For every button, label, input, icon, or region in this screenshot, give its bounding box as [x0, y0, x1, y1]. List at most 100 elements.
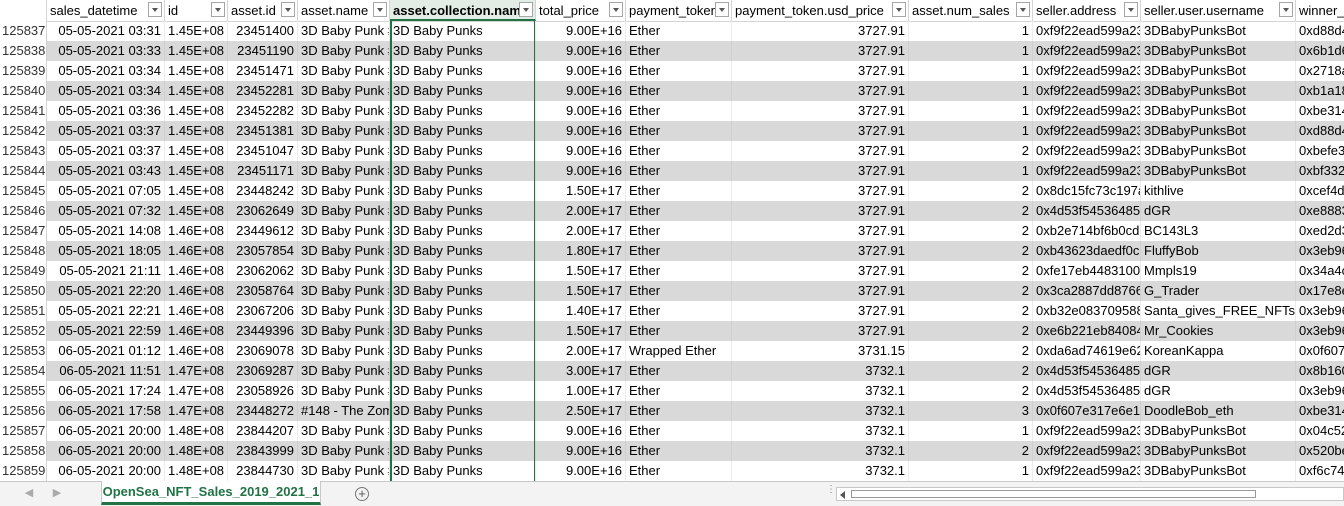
cell-id[interactable]: 1.45E+08: [165, 121, 228, 141]
cell-collection[interactable]: 3D Baby Punks: [390, 121, 536, 141]
cell-usd-price[interactable]: 3727.91: [732, 281, 909, 301]
cell-asset-id[interactable]: 23452281: [228, 81, 298, 101]
cell-asset-id[interactable]: 23067206: [228, 301, 298, 321]
cell-collection[interactable]: 3D Baby Punks: [390, 461, 536, 481]
cell-id[interactable]: 1.46E+08: [165, 221, 228, 241]
cell-asset-id[interactable]: 23843999: [228, 441, 298, 461]
cell-asset-name[interactable]: 3D Baby Punk #: [298, 281, 390, 301]
add-sheet-icon[interactable]: +: [355, 487, 369, 501]
cell-total-price[interactable]: 2.00E+17: [536, 221, 626, 241]
cell-asset-id[interactable]: 23448272: [228, 401, 298, 421]
cell-payment-token[interactable]: Ether: [626, 121, 732, 141]
cell-collection[interactable]: 3D Baby Punks: [390, 141, 536, 161]
cell-sales-datetime[interactable]: 06-05-2021 20:00: [47, 461, 165, 481]
cell-id[interactable]: 1.47E+08: [165, 381, 228, 401]
cell-seller-address[interactable]: 0xf9f22ead599a23: [1033, 121, 1141, 141]
cell-seller-username[interactable]: 3DBabyPunksBot: [1141, 21, 1296, 41]
cell-usd-price[interactable]: 3727.91: [732, 321, 909, 341]
cell-num-sales[interactable]: 1: [909, 421, 1033, 441]
cell-total-price[interactable]: 1.50E+17: [536, 321, 626, 341]
cell-collection[interactable]: 3D Baby Punks: [390, 381, 536, 401]
cell-num-sales[interactable]: 2: [909, 261, 1033, 281]
filter-dropdown-icon[interactable]: [609, 2, 623, 17]
row-number[interactable]: 125840: [0, 81, 47, 101]
filter-dropdown-icon[interactable]: [519, 2, 533, 17]
cell-asset-id[interactable]: 23057854: [228, 241, 298, 261]
cell-asset-name[interactable]: 3D Baby Punk #: [298, 261, 390, 281]
cell-num-sales[interactable]: 1: [909, 121, 1033, 141]
cell-usd-price[interactable]: 3727.91: [732, 221, 909, 241]
cell-num-sales[interactable]: 1: [909, 461, 1033, 481]
cell-sales-datetime[interactable]: 05-05-2021 03:34: [47, 81, 165, 101]
cell-seller-address[interactable]: 0xf9f22ead599a23: [1033, 81, 1141, 101]
cell-usd-price[interactable]: 3732.1: [732, 441, 909, 461]
cell-winner[interactable]: 0xed2d3: [1296, 221, 1344, 241]
tab-split-handle-icon[interactable]: ⋮: [826, 485, 836, 495]
cell-asset-name[interactable]: 3D Baby Punk #: [298, 141, 390, 161]
cell-asset-id[interactable]: 23062062: [228, 261, 298, 281]
sheet-nav-prev-icon[interactable]: ◀: [24, 488, 34, 499]
cell-seller-address[interactable]: 0xf9f22ead599a23: [1033, 101, 1141, 121]
cell-num-sales[interactable]: 2: [909, 241, 1033, 261]
cell-id[interactable]: 1.45E+08: [165, 101, 228, 121]
cell-seller-username[interactable]: G_Trader: [1141, 281, 1296, 301]
cell-seller-username[interactable]: dGR: [1141, 381, 1296, 401]
cell-num-sales[interactable]: 1: [909, 41, 1033, 61]
cell-sales-datetime[interactable]: 05-05-2021 22:21: [47, 301, 165, 321]
cell-seller-address[interactable]: 0xb2e714bf6b0cd: [1033, 221, 1141, 241]
column-header-seller-address[interactable]: seller.address: [1033, 0, 1141, 21]
cell-num-sales[interactable]: 3: [909, 401, 1033, 421]
cell-winner[interactable]: 0x3eb96: [1296, 241, 1344, 261]
cell-sales-datetime[interactable]: 06-05-2021 17:58: [47, 401, 165, 421]
cell-collection[interactable]: 3D Baby Punks: [390, 281, 536, 301]
cell-total-price[interactable]: 9.00E+16: [536, 121, 626, 141]
cell-asset-name[interactable]: 3D Baby Punk #: [298, 461, 390, 481]
cell-seller-address[interactable]: 0x4d53f54536485: [1033, 361, 1141, 381]
cell-collection[interactable]: 3D Baby Punks: [390, 441, 536, 461]
sheet-tab[interactable]: OpenSea_NFT_Sales_2019_2021_1: [101, 481, 321, 505]
cell-winner[interactable]: 0xd88d4: [1296, 121, 1344, 141]
scrollbar-thumb[interactable]: [851, 490, 1256, 498]
cell-seller-username[interactable]: 3DBabyPunksBot: [1141, 81, 1296, 101]
row-number[interactable]: 125852: [0, 321, 47, 341]
cell-seller-username[interactable]: kithlive: [1141, 181, 1296, 201]
cell-id[interactable]: 1.45E+08: [165, 61, 228, 81]
cell-winner[interactable]: 0xe8883: [1296, 201, 1344, 221]
cell-collection[interactable]: 3D Baby Punks: [390, 401, 536, 421]
filter-dropdown-icon[interactable]: [373, 2, 387, 17]
cell-payment-token[interactable]: Ether: [626, 401, 732, 421]
row-number[interactable]: 125855: [0, 381, 47, 401]
cell-collection[interactable]: 3D Baby Punks: [390, 161, 536, 181]
row-number[interactable]: 125846: [0, 201, 47, 221]
cell-payment-token[interactable]: Ether: [626, 181, 732, 201]
cell-id[interactable]: 1.46E+08: [165, 321, 228, 341]
cell-usd-price[interactable]: 3727.91: [732, 21, 909, 41]
cell-asset-name[interactable]: 3D Baby Punk #: [298, 341, 390, 361]
cell-asset-id[interactable]: 23069287: [228, 361, 298, 381]
cell-usd-price[interactable]: 3732.1: [732, 421, 909, 441]
column-header-payment-token[interactable]: payment_token: [626, 0, 732, 21]
cell-payment-token[interactable]: Ether: [626, 261, 732, 281]
column-header-total-price[interactable]: total_price: [536, 0, 626, 21]
cell-seller-username[interactable]: Santa_gives_FREE_NFTs: [1141, 301, 1296, 321]
filter-dropdown-icon[interactable]: [281, 2, 295, 17]
cell-id[interactable]: 1.45E+08: [165, 81, 228, 101]
cell-seller-address[interactable]: 0xb32e083709588: [1033, 301, 1141, 321]
cell-asset-name[interactable]: 3D Baby Punk #: [298, 21, 390, 41]
cell-seller-username[interactable]: FluffyBob: [1141, 241, 1296, 261]
cell-asset-id[interactable]: 23058926: [228, 381, 298, 401]
cell-collection[interactable]: 3D Baby Punks: [390, 41, 536, 61]
row-number[interactable]: 125845: [0, 181, 47, 201]
cell-winner[interactable]: 0xd88d4: [1296, 21, 1344, 41]
cell-winner[interactable]: 0x8b160: [1296, 361, 1344, 381]
cell-id[interactable]: 1.45E+08: [165, 41, 228, 61]
cell-payment-token[interactable]: Ether: [626, 321, 732, 341]
cell-num-sales[interactable]: 2: [909, 141, 1033, 161]
cell-asset-id[interactable]: 23451190: [228, 41, 298, 61]
filter-dropdown-icon[interactable]: [1124, 2, 1138, 17]
cell-collection[interactable]: 3D Baby Punks: [390, 221, 536, 241]
cell-asset-id[interactable]: 23451471: [228, 61, 298, 81]
cell-payment-token[interactable]: Ether: [626, 241, 732, 261]
cell-sales-datetime[interactable]: 05-05-2021 21:11: [47, 261, 165, 281]
cell-payment-token[interactable]: Ether: [626, 361, 732, 381]
